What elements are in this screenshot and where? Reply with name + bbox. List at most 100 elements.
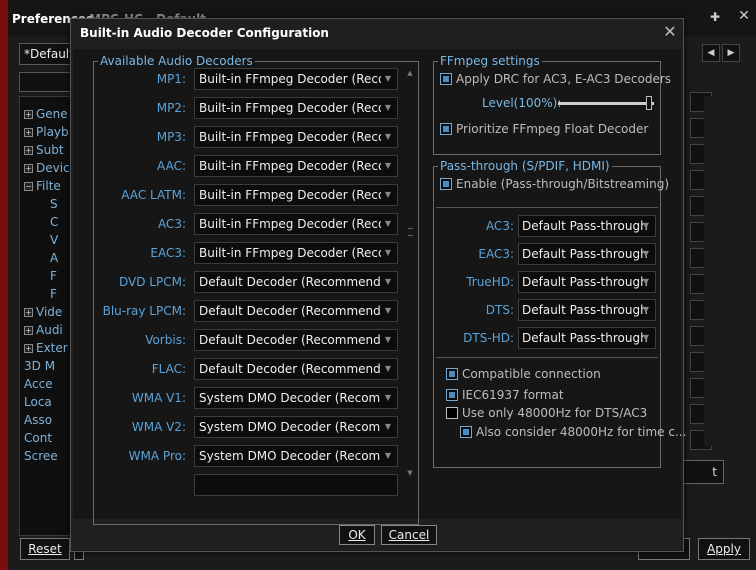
decoder-select[interactable]: Built-in FFmpeg Decoder (Recommended)▼ bbox=[194, 68, 398, 90]
chevron-left-icon[interactable]: ◀ bbox=[702, 44, 720, 62]
decoder-select-value: Built-in FFmpeg Decoder (Recommended) bbox=[199, 130, 381, 144]
decoder-row: MP1: Built-in FFmpeg Decoder (Recommended… bbox=[94, 68, 404, 90]
passthrough-select[interactable]: Default Pass-through ▼ bbox=[518, 299, 656, 321]
expand-icon[interactable]: + bbox=[24, 326, 33, 335]
chevron-down-icon: ▼ bbox=[642, 249, 650, 258]
decoder-select[interactable]: Built-in FFmpeg Decoder (Recommended)▼ bbox=[194, 184, 398, 206]
expand-icon[interactable]: + bbox=[24, 146, 33, 155]
decoder-row bbox=[94, 474, 404, 496]
passthrough-row: TrueHD: Default Pass-through ▼ bbox=[434, 271, 660, 293]
only-48khz-checkbox[interactable] bbox=[446, 407, 458, 419]
decoder-select[interactable]: System DMO Decoder (Recommended)▼ bbox=[194, 416, 398, 438]
ok-button[interactable]: OK bbox=[339, 525, 375, 545]
decoder-select[interactable] bbox=[194, 474, 398, 496]
tree-item-label: Acce bbox=[24, 377, 53, 391]
tree-item[interactable]: Acce bbox=[24, 375, 53, 393]
tree-item-label: S bbox=[50, 197, 58, 211]
tree-item[interactable]: F bbox=[50, 285, 57, 303]
decoder-label: MP1: bbox=[156, 72, 186, 86]
passthrough-label: AC3: bbox=[485, 219, 514, 233]
scroll-up-icon[interactable]: ▲ bbox=[404, 68, 416, 78]
decoder-select[interactable]: System DMO Decoder (Recommended)▼ bbox=[194, 445, 398, 467]
decoder-select[interactable]: Built-in FFmpeg Decoder (Recommended)▼ bbox=[194, 155, 398, 177]
tree-item-label: Audi bbox=[36, 323, 63, 337]
passthrough-select-value: Default Pass-through bbox=[522, 303, 648, 317]
reset-button[interactable]: Reset bbox=[20, 538, 70, 560]
chevron-down-icon: ▼ bbox=[384, 161, 392, 170]
tree-item[interactable]: + Audi bbox=[24, 321, 63, 339]
decoder-label: WMA V1: bbox=[131, 391, 186, 405]
decoder-select[interactable]: Built-in FFmpeg Decoder (Recommended)▼ bbox=[194, 97, 398, 119]
decoder-scrollbar[interactable]: ▲ ▼ bbox=[404, 68, 416, 478]
passthrough-select[interactable]: Default Pass-through ▼ bbox=[518, 215, 656, 237]
tree-item[interactable]: + Exter bbox=[24, 339, 68, 357]
apply-drc-checkbox[interactable] bbox=[440, 73, 452, 85]
collapse-icon[interactable]: − bbox=[24, 182, 33, 191]
background-scrollbar[interactable] bbox=[704, 96, 716, 446]
passthrough-select[interactable]: Default Pass-through ▼ bbox=[518, 327, 656, 349]
expand-icon[interactable]: + bbox=[24, 308, 33, 317]
tree-item-label: V bbox=[50, 233, 59, 247]
tree-item[interactable]: − Filte bbox=[24, 177, 61, 195]
tree-item[interactable]: + Vide bbox=[24, 303, 62, 321]
scroll-thumb[interactable] bbox=[408, 228, 413, 236]
tree-item[interactable]: Loca bbox=[24, 393, 52, 411]
expand-icon[interactable]: + bbox=[24, 344, 33, 353]
decoder-select-value: Built-in FFmpeg Decoder (Recommended) bbox=[199, 188, 381, 202]
level-slider-thumb[interactable] bbox=[646, 96, 652, 110]
decoder-select[interactable]: Default Decoder (Recommended) ▼ bbox=[194, 271, 398, 293]
decoder-row: WMA V1: System DMO Decoder (Recommended)▼ bbox=[94, 387, 404, 409]
tree-item-label: Scree bbox=[24, 449, 58, 463]
decoder-select[interactable]: System DMO Decoder (Recommended)▼ bbox=[194, 387, 398, 409]
chevron-down-icon: ▼ bbox=[642, 333, 650, 342]
tree-item[interactable]: + Devic bbox=[24, 159, 70, 177]
tree-item[interactable]: S bbox=[50, 195, 58, 213]
enable-passthrough-checkbox[interactable] bbox=[440, 178, 452, 190]
iec61937-checkbox[interactable] bbox=[446, 389, 458, 401]
tree-item[interactable]: 3D M bbox=[24, 357, 55, 375]
cancel-button[interactable]: Cancel bbox=[381, 525, 437, 545]
float-decoder-checkbox[interactable] bbox=[440, 123, 452, 135]
tree-item[interactable]: C bbox=[50, 213, 58, 231]
expand-icon[interactable]: + bbox=[24, 164, 33, 173]
decoder-select[interactable]: Default Decoder (Recommended) ▼ bbox=[194, 358, 398, 380]
expand-icon[interactable]: + bbox=[24, 110, 33, 119]
tree-item[interactable]: Scree bbox=[24, 447, 58, 465]
passthrough-select[interactable]: Default Pass-through ▼ bbox=[518, 243, 656, 265]
close-icon[interactable]: ✕ bbox=[736, 8, 752, 24]
decoder-select[interactable]: Built-in FFmpeg Decoder (Recommended)▼ bbox=[194, 213, 398, 235]
passthrough-select-value: Default Pass-through bbox=[522, 331, 648, 345]
decoder-select[interactable]: Built-in FFmpeg Decoder (Recommended)▼ bbox=[194, 242, 398, 264]
decoder-select-value: Default Decoder (Recommended) bbox=[199, 362, 381, 376]
expand-icon[interactable]: + bbox=[24, 128, 33, 137]
passthrough-label: TrueHD: bbox=[466, 275, 514, 289]
chevron-down-icon: ▼ bbox=[642, 305, 650, 314]
tree-item[interactable]: Cont bbox=[24, 429, 52, 447]
tree-item[interactable]: Asso bbox=[24, 411, 52, 429]
also-48khz-checkbox[interactable] bbox=[460, 426, 472, 438]
chevron-down-icon: ▼ bbox=[384, 451, 392, 460]
passthrough-select[interactable]: Default Pass-through ▼ bbox=[518, 271, 656, 293]
tree-item[interactable]: V bbox=[50, 231, 58, 249]
tree-item[interactable]: + Gene bbox=[24, 105, 68, 123]
tree-item-label: Filte bbox=[36, 179, 61, 193]
close-icon[interactable]: ✕ bbox=[663, 24, 677, 40]
chevron-down-icon: ▼ bbox=[384, 364, 392, 373]
decoder-select[interactable]: Built-in FFmpeg Decoder (Recommended)▼ bbox=[194, 126, 398, 148]
decoder-select[interactable]: Default Decoder (Recommended) ▼ bbox=[194, 329, 398, 351]
level-slider-track[interactable] bbox=[558, 102, 654, 105]
scroll-down-icon[interactable]: ▼ bbox=[404, 468, 416, 478]
chevron-down-icon: ▼ bbox=[384, 103, 392, 112]
pin-icon[interactable]: ✚ bbox=[708, 10, 722, 24]
decoder-select[interactable]: Default Decoder (Recommended) ▼ bbox=[194, 300, 398, 322]
tree-item[interactable]: F bbox=[50, 267, 57, 285]
tree-item[interactable]: + Subt bbox=[24, 141, 64, 159]
apply-button[interactable]: Apply bbox=[698, 538, 750, 560]
tree-item[interactable]: + Playb bbox=[24, 123, 69, 141]
chevron-right-icon[interactable]: ▶ bbox=[722, 44, 740, 62]
compatible-connection-checkbox[interactable] bbox=[446, 368, 458, 380]
chevron-down-icon: ▼ bbox=[384, 190, 392, 199]
tree-item[interactable]: A bbox=[50, 249, 58, 267]
tree-item-label: C bbox=[50, 215, 59, 229]
decoder-row: Blu-ray LPCM: Default Decoder (Recommende… bbox=[94, 300, 404, 322]
